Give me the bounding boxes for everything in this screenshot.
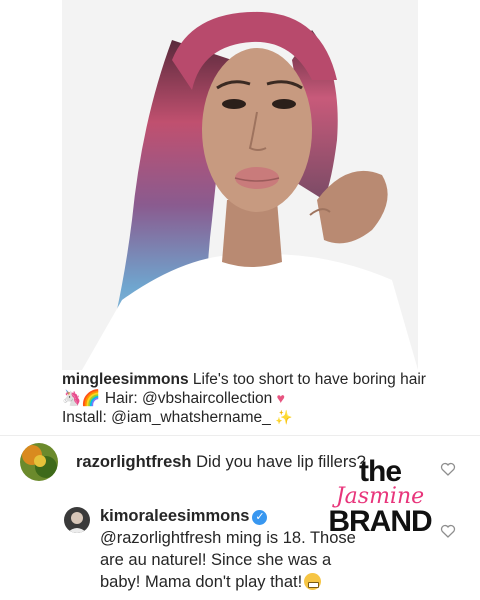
pink-heart-icon: ♥ (276, 390, 285, 406)
post-photo[interactable] (62, 0, 418, 370)
heart-icon[interactable] (440, 523, 456, 539)
comment-text-line2: are au naturel! Since she was a (100, 551, 332, 569)
avatar[interactable] (64, 507, 90, 533)
grimacing-face-icon (304, 573, 322, 590)
heart-icon[interactable] (440, 461, 456, 477)
caption-text-line2: Hair: @vbshaircollection (100, 390, 277, 407)
rainbow-icon: 🌈 (81, 390, 101, 407)
comment-username[interactable]: razorlightfresh (76, 453, 192, 471)
caption-text-line1: Life's too short to have boring hair (188, 371, 426, 388)
watermark-brand: BRAND (328, 505, 432, 538)
divider (0, 435, 480, 436)
watermark-the: the (359, 455, 402, 488)
caption-username[interactable]: mingleesimmons (62, 371, 189, 388)
comment-text-line3: baby! Mama don't play that! (100, 573, 303, 591)
sparkles-icon: ✨ (275, 409, 293, 425)
post-caption: mingleesimmons Life's too short to have … (62, 370, 442, 427)
unicorn-icon: 🦄 (62, 390, 82, 407)
avatar[interactable] (20, 443, 58, 481)
watermark-logo: the Jasmine BRAND (322, 455, 438, 538)
comment-username[interactable]: kimoraleesimmons (100, 507, 249, 525)
caption-text-line3: Install: @iam_whatshername_ (62, 409, 276, 426)
verified-badge-icon: ✓ (252, 510, 268, 525)
